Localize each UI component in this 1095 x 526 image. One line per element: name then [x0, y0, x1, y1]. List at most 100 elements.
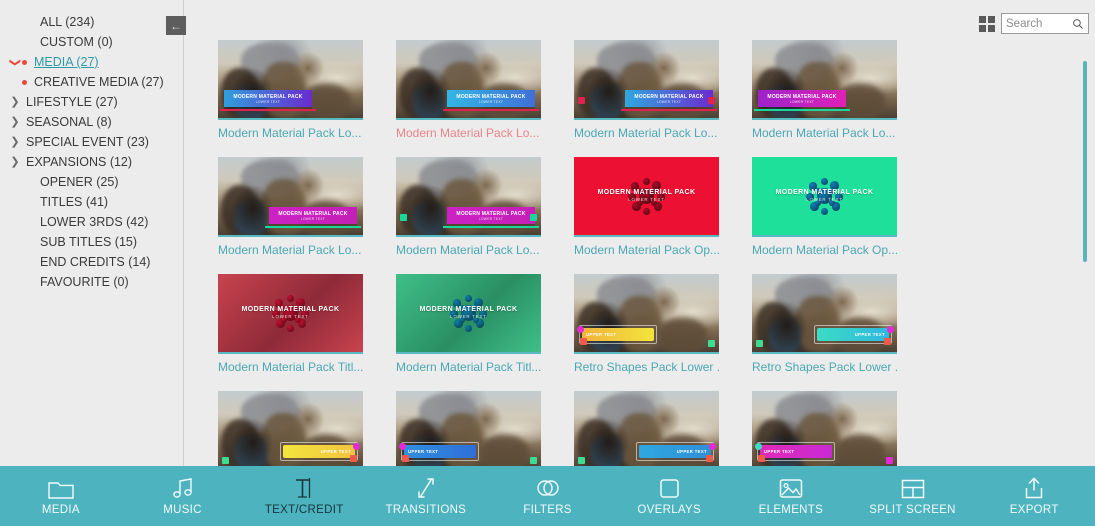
toolbar-item-text-credit[interactable]: TEXT/CREDIT [243, 466, 365, 526]
asset-thumbnail[interactable]: MODERN MATERIAL PACK LOWER TEXT [752, 40, 897, 120]
sidebar-item-titles-41[interactable]: TITLES (41) [0, 192, 183, 212]
card-subtitle: LOWER TEXT [628, 197, 665, 202]
sidebar-item-media-27[interactable]: ❯ MEDIA (27) [0, 52, 183, 72]
sphere-node [286, 324, 295, 333]
toolbar-item-label: TRANSITIONS [385, 503, 467, 516]
asset-caption: Modern Material Pack Lo... [396, 243, 540, 257]
sphere-node [642, 177, 651, 186]
banner-subtitle: LOWER TEXT [255, 99, 281, 104]
asset-card[interactable]: UPPER TEXT Retro Shapes Pack Lower ... [752, 274, 930, 391]
retro-badge-label: UPPER TEXT [764, 449, 795, 454]
asset-thumbnail[interactable]: MODERN MATERIAL PACK LOWER TEXT [396, 157, 541, 237]
retro-accent-chip [706, 455, 713, 462]
solid-color-card: MODERN MATERIAL PACK LOWER TEXT [574, 157, 719, 235]
toolbar-item-filters[interactable]: FILTERS [487, 466, 609, 526]
photo-shape [769, 319, 802, 352]
sidebar-item-lower-3rds-42[interactable]: LOWER 3RDS (42) [0, 212, 183, 232]
chevron-right-icon[interactable]: ❯ [8, 136, 22, 148]
asset-card[interactable]: MODERN MATERIAL PACK LOWER TEXT Modern Mat… [574, 40, 752, 157]
asset-thumbnail[interactable]: UPPER TEXT [752, 274, 897, 354]
asset-card[interactable]: MODERN MATERIAL PACK LOWER TEXT Modern Mat… [396, 157, 574, 274]
sidebar-item-all-234[interactable]: ALL (234) [0, 12, 183, 32]
asset-thumbnail[interactable]: UPPER TEXT [752, 391, 897, 466]
asset-thumbnail[interactable]: MODERN MATERIAL PACK LOWER TEXT [574, 40, 719, 120]
lower-third-banner: MODERN MATERIAL PACK LOWER TEXT [625, 90, 713, 107]
photo-shape [413, 85, 446, 118]
asset-card[interactable]: UPPER TEXT [396, 391, 574, 466]
image-icon [779, 477, 803, 499]
asset-thumbnail[interactable]: UPPER TEXT [218, 391, 363, 466]
sidebar-item-custom-0[interactable]: CUSTOM (0) [0, 32, 183, 52]
asset-thumbnail[interactable]: MODERN MATERIAL PACK LOWER TEXT [396, 274, 541, 354]
asset-thumbnail[interactable]: MODERN MATERIAL PACK LOWER TEXT [218, 157, 363, 237]
sidebar-item-sub-titles-15[interactable]: SUB TITLES (15) [0, 232, 183, 252]
sidebar-item-end-credits-14[interactable]: END CREDITS (14) [0, 252, 183, 272]
chevron-right-icon[interactable]: ❯ [8, 156, 22, 168]
toolbar-item-elements[interactable]: ELEMENTS [730, 466, 852, 526]
toolbar-item-media[interactable]: MEDIA [0, 466, 122, 526]
asset-thumbnail[interactable]: UPPER TEXT [574, 274, 719, 354]
grid-view-toggle[interactable] [979, 16, 995, 32]
toolbar-item-music[interactable]: MUSIC [122, 466, 244, 526]
accent-chip [578, 97, 585, 104]
asset-thumbnail[interactable]: MODERN MATERIAL PACK LOWER TEXT [752, 157, 897, 237]
sidebar-item-label: CREATIVE MEDIA (27) [34, 75, 164, 89]
asset-card[interactable]: MODERN MATERIAL PACK LOWER TEXT Modern Mat… [218, 274, 396, 391]
chevron-right-icon[interactable]: ❯ [8, 96, 22, 108]
sidebar-item-label: SPECIAL EVENT (23) [26, 135, 149, 149]
asset-card[interactable]: MODERN MATERIAL PACK LOWER TEXT Modern Mat… [574, 157, 752, 274]
asset-thumbnail[interactable]: MODERN MATERIAL PACK LOWER TEXT [396, 40, 541, 120]
asset-card[interactable]: MODERN MATERIAL PACK LOWER TEXT Modern Mat… [752, 157, 930, 274]
retro-accent-chip [884, 338, 891, 345]
toolbar-item-export[interactable]: EXPORT [973, 466, 1095, 526]
accent-chip [400, 214, 407, 221]
asset-caption: Retro Shapes Pack Lower ... [752, 360, 899, 374]
asset-thumbnail[interactable]: UPPER TEXT [396, 391, 541, 466]
collapse-panel-button[interactable]: ← [166, 16, 186, 35]
toolbar-item-transitions[interactable]: TRANSITIONS [365, 466, 487, 526]
asset-card[interactable]: MODERN MATERIAL PACK LOWER TEXT Modern Mat… [218, 40, 396, 157]
sidebar-item-opener-25[interactable]: OPENER (25) [0, 172, 183, 192]
asset-card[interactable]: MODERN MATERIAL PACK LOWER TEXT Modern Mat… [752, 40, 930, 157]
toolbar-item-split-screen[interactable]: SPLIT SCREEN [852, 466, 974, 526]
sidebar-item-favourite-0[interactable]: FAVOURITE (0) [0, 272, 183, 292]
asset-thumbnail[interactable]: MODERN MATERIAL PACK LOWER TEXT [218, 40, 363, 120]
toolbar-item-overlays[interactable]: OVERLAYS [608, 466, 730, 526]
grid-scrollbar[interactable] [1081, 44, 1089, 462]
asset-thumbnail[interactable]: MODERN MATERIAL PACK LOWER TEXT [574, 157, 719, 237]
sidebar-item-expansions-12[interactable]: ❯ EXPANSIONS (12) [0, 152, 183, 172]
search-box[interactable] [1001, 13, 1089, 34]
toolbar-item-label: SPLIT SCREEN [869, 503, 956, 516]
asset-card[interactable]: MODERN MATERIAL PACK LOWER TEXT Modern Mat… [396, 274, 574, 391]
asset-card[interactable]: MODERN MATERIAL PACK LOWER TEXT Modern Mat… [396, 40, 574, 157]
sidebar-item-seasonal-8[interactable]: ❯ SEASONAL (8) [0, 112, 183, 132]
photo-shape [220, 185, 259, 235]
asset-card[interactable]: UPPER TEXT [752, 391, 930, 466]
asset-caption: Modern Material Pack Titl... [218, 360, 364, 374]
asset-card[interactable]: UPPER TEXT Retro Shapes Pack Lower ... [574, 274, 752, 391]
asset-thumbnail[interactable]: MODERN MATERIAL PACK LOWER TEXT [218, 274, 363, 354]
search-input[interactable] [1006, 17, 1072, 30]
retro-badge-label: UPPER TEXT [854, 332, 885, 337]
grid-cell-icon [979, 16, 986, 23]
sidebar-item-lifestyle-27[interactable]: ❯ LIFESTYLE (27) [0, 92, 183, 112]
retro-accent-chip [353, 443, 360, 450]
sidebar-item-creative-media-27[interactable]: CREATIVE MEDIA (27) [0, 72, 183, 92]
grid-scrollbar-thumb[interactable] [1083, 61, 1087, 262]
sidebar-item-label: EXPANSIONS (12) [26, 155, 133, 169]
square-icon [659, 477, 680, 499]
chevron-right-icon[interactable]: ❯ [8, 116, 22, 128]
asset-thumbnail[interactable]: UPPER TEXT [574, 391, 719, 466]
asset-card[interactable]: UPPER TEXT [574, 391, 752, 466]
photo-shape [597, 43, 656, 81]
sidebar-item-special-event-23[interactable]: ❯ SPECIAL EVENT (23) [0, 132, 183, 152]
retro-badge-label: UPPER TEXT [320, 449, 351, 454]
grid-cell-icon [979, 25, 986, 32]
card-title: MODERN MATERIAL PACK [241, 306, 340, 313]
asset-grid-area[interactable]: MODERN MATERIAL PACK LOWER TEXT Modern Mat… [185, 40, 1070, 466]
asset-card[interactable]: UPPER TEXT [218, 391, 396, 466]
category-sidebar: ALL (234) CUSTOM (0) ❯ MEDIA (27) CREATIVE M… [0, 0, 184, 466]
chevron-down-icon[interactable]: ❯ [8, 57, 22, 68]
toolbar-item-label: MEDIA [41, 503, 80, 516]
asset-card[interactable]: MODERN MATERIAL PACK LOWER TEXT Modern Mat… [218, 157, 396, 274]
